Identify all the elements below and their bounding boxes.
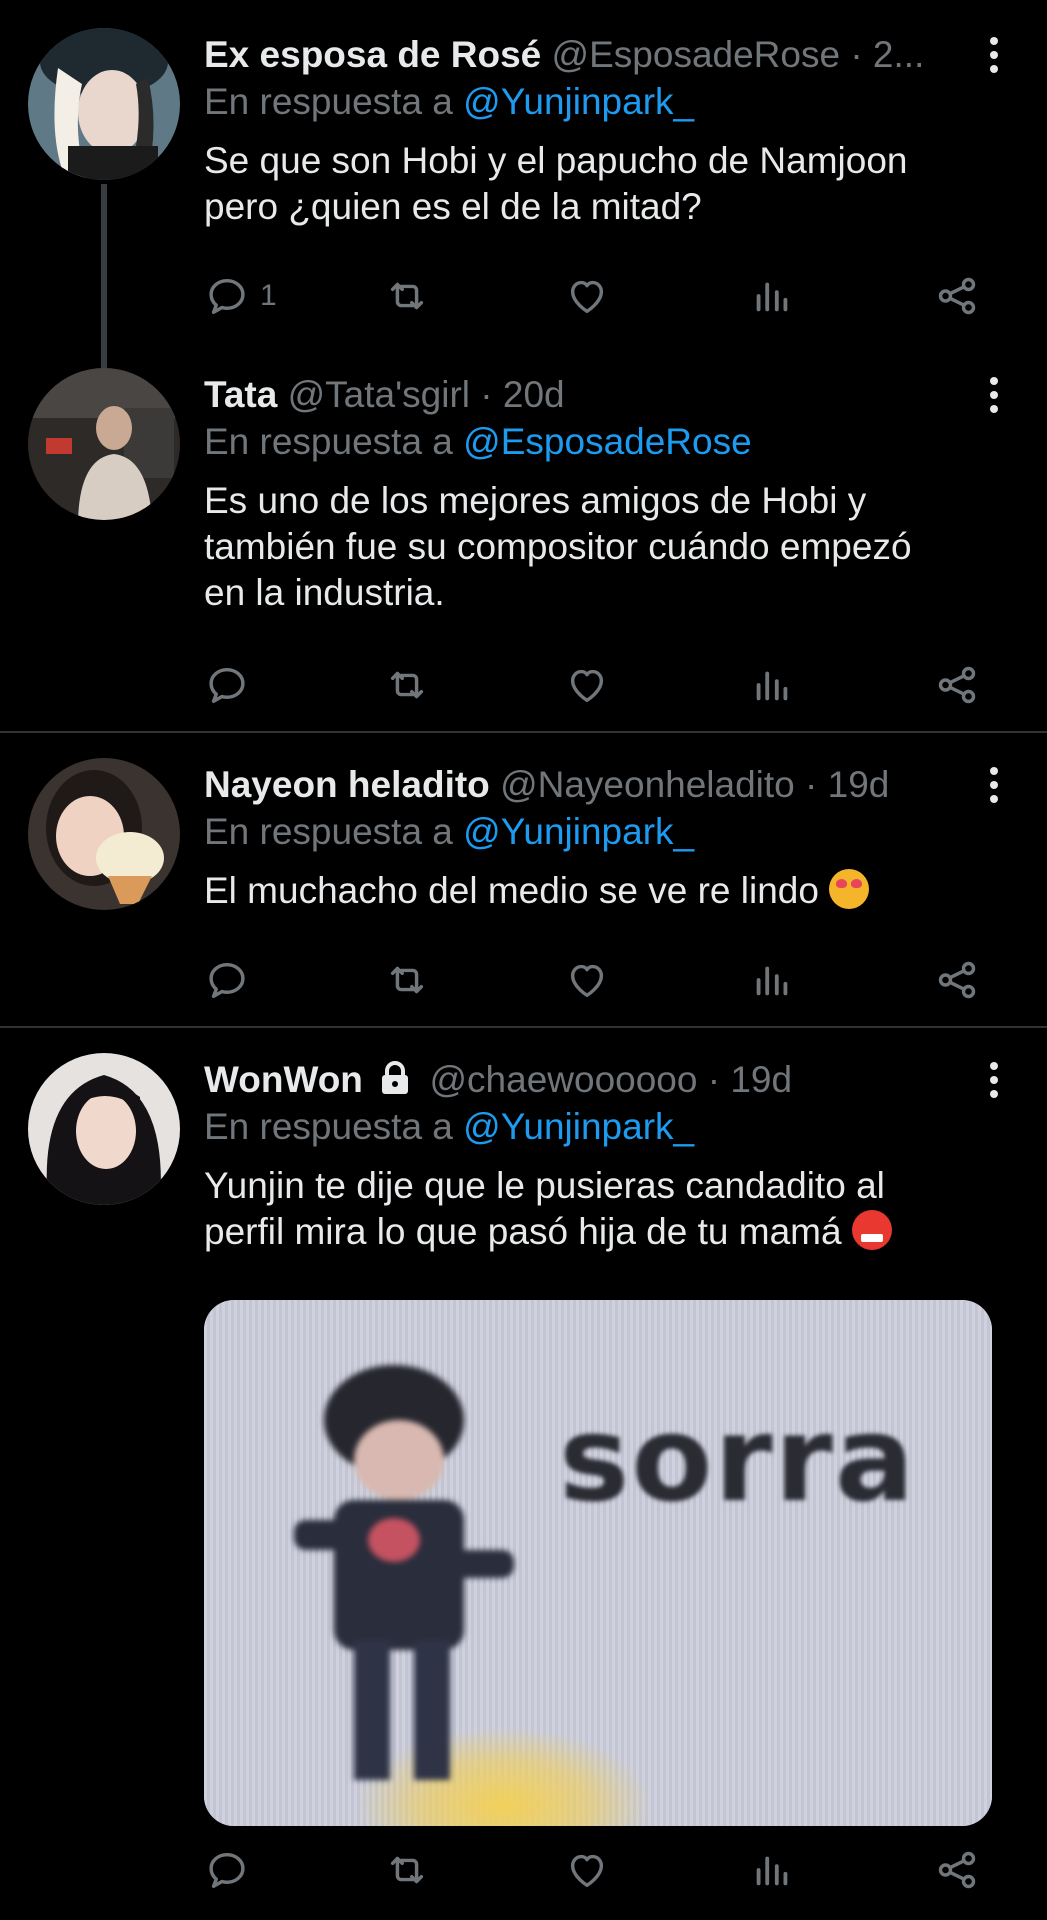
reply-prefix: En respuesta a [204, 1106, 453, 1147]
more-icon[interactable] [981, 372, 1007, 418]
views-button[interactable] [749, 1845, 795, 1895]
heart-eyes-cat-icon [829, 869, 870, 909]
avatar[interactable] [28, 1053, 180, 1205]
views-icon [756, 966, 788, 996]
cursing-face-icon [851, 1210, 892, 1250]
thread-line [101, 184, 107, 370]
share-button[interactable] [934, 271, 980, 321]
reply-prefix: En respuesta a [204, 81, 453, 122]
retweet-icon [390, 1856, 424, 1884]
views-button[interactable] [749, 660, 795, 710]
share-icon [938, 277, 976, 315]
reply-button[interactable] [204, 955, 250, 1005]
tweet-text: Se que son Hobi y el papucho de Namjoon … [204, 140, 908, 227]
media-caption: sorra [559, 1390, 917, 1528]
tweet-text: Yunjin te dije que le pusieras candadito… [204, 1165, 885, 1252]
tweet-text-wrap: Yunjin te dije que le pusieras candadito… [204, 1163, 1007, 1255]
reply-icon [209, 962, 245, 999]
more-icon[interactable] [981, 1057, 1007, 1103]
reply-mention[interactable]: @EsposadeRose [463, 421, 752, 462]
action-bar [204, 955, 984, 1005]
avatar[interactable] [28, 28, 180, 180]
like-icon [570, 669, 604, 703]
reply-button[interactable] [204, 660, 250, 710]
reply-mention[interactable]: @Yunjinpark_ [463, 811, 694, 852]
action-bar [204, 660, 984, 710]
retweet-button[interactable] [384, 271, 430, 321]
reply-icon [209, 1852, 245, 1889]
tweet-4[interactable]: WonWon @chaewoooooo · 19d En respuesta a… [0, 1028, 1047, 1920]
like-icon [570, 964, 604, 998]
share-button[interactable] [934, 955, 980, 1005]
reply-mention[interactable]: @Yunjinpark_ [463, 1106, 694, 1147]
like-button[interactable] [564, 271, 610, 321]
tweet-media[interactable]: sorra [204, 1300, 992, 1826]
like-icon [570, 1854, 604, 1888]
avatar[interactable] [28, 368, 180, 520]
tweet-text: Es uno de los mejores amigos de Hobi y t… [204, 480, 912, 613]
reply-button[interactable] [204, 1845, 250, 1895]
action-bar: 1 [204, 271, 984, 321]
reply-count: 1 [260, 279, 277, 312]
author-handle[interactable]: @EsposadeRose · 2... [552, 34, 925, 75]
views-icon [756, 282, 788, 312]
reply-icon [209, 278, 245, 315]
like-button[interactable] [564, 955, 610, 1005]
share-icon [938, 1851, 976, 1889]
reply-context: En respuesta a @Yunjinpark_ [204, 78, 1007, 126]
reply-prefix: En respuesta a [204, 421, 453, 462]
reply-prefix: En respuesta a [204, 811, 453, 852]
views-icon [756, 671, 788, 701]
like-button[interactable] [564, 660, 610, 710]
author-handle[interactable]: @Tata'sgirl · 20d [288, 374, 565, 415]
views-icon [756, 1856, 788, 1886]
reply-context: En respuesta a @Yunjinpark_ [204, 1103, 1007, 1151]
share-icon [938, 961, 976, 999]
reply-context: En respuesta a @Yunjinpark_ [204, 808, 1007, 856]
tweet-text: El muchacho del medio se ve re lindo [204, 870, 819, 911]
author-name[interactable]: Nayeon heladito [204, 764, 490, 805]
more-icon[interactable] [981, 762, 1007, 808]
avatar[interactable] [28, 758, 180, 910]
reply-icon [209, 667, 245, 704]
like-icon [570, 280, 604, 314]
share-icon [938, 666, 976, 704]
retweet-button[interactable] [384, 1845, 430, 1895]
author-name[interactable]: Tata [204, 374, 277, 415]
like-button[interactable] [564, 1845, 610, 1895]
more-icon[interactable] [981, 32, 1007, 78]
views-button[interactable] [749, 271, 795, 321]
lock-icon [377, 1060, 413, 1103]
figure-illustration [294, 1365, 514, 1780]
retweet-button[interactable] [384, 660, 430, 710]
tweet-text-wrap: El muchacho del medio se ve re lindo [204, 868, 1007, 914]
reply-context: En respuesta a @EsposadeRose [204, 418, 1007, 466]
retweet-button[interactable] [384, 955, 430, 1005]
share-button[interactable] [934, 1845, 980, 1895]
author-handle[interactable]: @Nayeonheladito · 19d [500, 764, 889, 805]
retweet-icon [390, 282, 424, 310]
retweet-icon [390, 671, 424, 699]
reply-mention[interactable]: @Yunjinpark_ [463, 81, 694, 122]
reply-button[interactable]: 1 [204, 271, 277, 321]
author-name[interactable]: Ex esposa de Rosé [204, 34, 541, 75]
share-button[interactable] [934, 660, 980, 710]
author-name[interactable]: WonWon [204, 1059, 363, 1100]
views-button[interactable] [749, 955, 795, 1005]
author-handle[interactable]: @chaewoooooo · 19d [429, 1059, 792, 1100]
action-bar [204, 1845, 984, 1895]
retweet-icon [390, 966, 424, 994]
